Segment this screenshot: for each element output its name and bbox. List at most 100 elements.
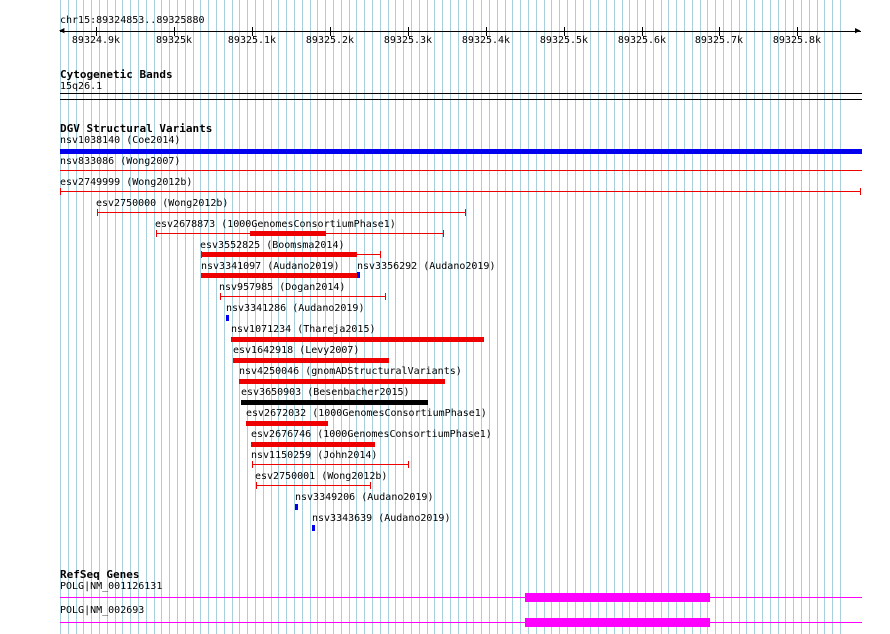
variant-bar[interactable] bbox=[251, 442, 375, 447]
variant-label[interactable]: nsv3341286 (Audano2019) bbox=[226, 303, 364, 314]
grid-line bbox=[567, 0, 568, 634]
variant-block[interactable] bbox=[250, 231, 326, 236]
variant-line[interactable] bbox=[60, 191, 861, 192]
variant-label[interactable]: esv2678873 (1000GenomesConsortiumPhase1) bbox=[155, 219, 396, 230]
variant-bar[interactable] bbox=[201, 273, 357, 278]
variant-line[interactable] bbox=[256, 485, 371, 486]
grid-line bbox=[286, 0, 287, 634]
ruler-tick-label: 89325.8k bbox=[772, 35, 822, 46]
variant-line[interactable] bbox=[220, 296, 386, 297]
ruler-tick-label: 89325.1k bbox=[227, 35, 277, 46]
variant-bar[interactable] bbox=[295, 504, 298, 510]
grid-line bbox=[302, 0, 303, 634]
variant-bar[interactable] bbox=[60, 149, 862, 154]
gene-exon[interactable] bbox=[525, 618, 710, 627]
grid-line bbox=[60, 0, 61, 634]
variant-label[interactable]: esv2749999 (Wong2012b) bbox=[60, 177, 192, 188]
grid-line bbox=[824, 0, 825, 634]
cytoband-line-bottom bbox=[60, 99, 862, 100]
variant-label[interactable]: esv2676746 (1000GenomesConsortiumPhase1) bbox=[251, 429, 492, 440]
grid-line bbox=[434, 0, 435, 634]
ruler-tick-label: 89325.4k bbox=[461, 35, 511, 46]
grid-line bbox=[146, 0, 147, 634]
grid-line bbox=[629, 0, 630, 634]
variant-label[interactable]: esv2672032 (1000GenomesConsortiumPhase1) bbox=[246, 408, 487, 419]
variant-label[interactable]: nsv833086 (Wong2007) bbox=[60, 156, 180, 167]
variant-end-cap bbox=[97, 209, 98, 216]
variant-line[interactable] bbox=[252, 464, 409, 465]
grid-line bbox=[583, 0, 584, 634]
ruler-left-arrow[interactable]: ◀ bbox=[59, 27, 64, 36]
grid-line bbox=[707, 0, 708, 634]
variant-block[interactable] bbox=[201, 252, 357, 257]
grid-line bbox=[122, 0, 123, 634]
gene-label[interactable]: POLG|NM_002693 bbox=[60, 605, 144, 616]
variant-end-cap bbox=[252, 461, 253, 468]
grid-line bbox=[161, 0, 162, 634]
variant-label[interactable]: esv1642918 (Levy2007) bbox=[233, 345, 359, 356]
grid-line bbox=[637, 0, 638, 634]
grid-line bbox=[356, 0, 357, 634]
variant-bar[interactable] bbox=[226, 315, 229, 321]
dgv-track-title: DGV Structural Variants bbox=[60, 122, 213, 135]
cytoband-line-top bbox=[60, 93, 862, 94]
grid-line bbox=[255, 0, 256, 634]
variant-label[interactable]: nsv957985 (Dogan2014) bbox=[219, 282, 345, 293]
grid-lines bbox=[60, 0, 862, 634]
variant-label[interactable]: nsv3341097 (Audano2019) bbox=[201, 261, 339, 272]
variant-line[interactable] bbox=[97, 212, 466, 213]
grid-line bbox=[372, 0, 373, 634]
gene-label[interactable]: POLG|NM_001126131 bbox=[60, 581, 162, 592]
variant-label[interactable]: nsv1150259 (John2014) bbox=[251, 450, 377, 461]
grid-line bbox=[497, 0, 498, 634]
variant-label[interactable]: esv2750000 (Wong2012b) bbox=[96, 198, 228, 209]
variant-bar[interactable] bbox=[246, 421, 328, 426]
variant-bar[interactable] bbox=[231, 337, 484, 342]
grid-line bbox=[559, 0, 560, 634]
variant-label[interactable]: esv3650903 (Besenbacher2015) bbox=[241, 387, 410, 398]
grid-line bbox=[801, 0, 802, 634]
variant-label[interactable]: nsv3349206 (Audano2019) bbox=[295, 492, 433, 503]
variant-bar[interactable] bbox=[357, 272, 360, 278]
variant-label[interactable]: nsv3343639 (Audano2019) bbox=[312, 513, 450, 524]
grid-line bbox=[473, 0, 474, 634]
variant-end-cap bbox=[60, 188, 61, 195]
grid-line bbox=[715, 0, 716, 634]
gene-exon[interactable] bbox=[525, 593, 710, 602]
grid-line bbox=[653, 0, 654, 634]
variant-bar[interactable] bbox=[241, 400, 428, 405]
grid-line bbox=[278, 0, 279, 634]
variant-bar[interactable] bbox=[233, 358, 389, 363]
ruler-axis bbox=[60, 31, 861, 32]
grid-line bbox=[536, 0, 537, 634]
ruler-tick-label: 89325.6k bbox=[617, 35, 667, 46]
grid-line bbox=[325, 0, 326, 634]
ruler-tick-label: 89324.9k bbox=[71, 35, 121, 46]
variant-line[interactable] bbox=[60, 170, 862, 171]
variant-end-cap bbox=[220, 293, 221, 300]
grid-line bbox=[91, 0, 92, 634]
ruler-tick-label: 89325.7k bbox=[694, 35, 744, 46]
grid-line bbox=[115, 0, 116, 634]
grid-line bbox=[762, 0, 763, 634]
variant-bar[interactable] bbox=[312, 525, 315, 531]
ruler-tick-label: 89325k bbox=[155, 35, 193, 46]
grid-line bbox=[700, 0, 701, 634]
variant-end-cap bbox=[385, 293, 386, 300]
grid-line bbox=[785, 0, 786, 634]
gene-intron-line[interactable] bbox=[60, 597, 862, 598]
grid-line bbox=[778, 0, 779, 634]
variant-label[interactable]: nsv1071234 (Thareja2015) bbox=[231, 324, 376, 335]
variant-bar[interactable] bbox=[239, 379, 445, 384]
ruler-right-arrow[interactable]: ▶ bbox=[855, 27, 860, 36]
grid-line bbox=[247, 0, 248, 634]
variant-label[interactable]: nsv4250046 (gnomADStructuralVariants) bbox=[239, 366, 462, 377]
grid-line bbox=[793, 0, 794, 634]
grid-line bbox=[505, 0, 506, 634]
grid-line bbox=[380, 0, 381, 634]
variant-label[interactable]: esv2750001 (Wong2012b) bbox=[255, 471, 387, 482]
variant-label[interactable]: nsv3356292 (Audano2019) bbox=[357, 261, 495, 272]
variant-label[interactable]: nsv1038140 (Coe2014) bbox=[60, 135, 180, 146]
gene-intron-line[interactable] bbox=[60, 622, 862, 623]
variant-label[interactable]: esv3552825 (Boomsma2014) bbox=[200, 240, 345, 251]
